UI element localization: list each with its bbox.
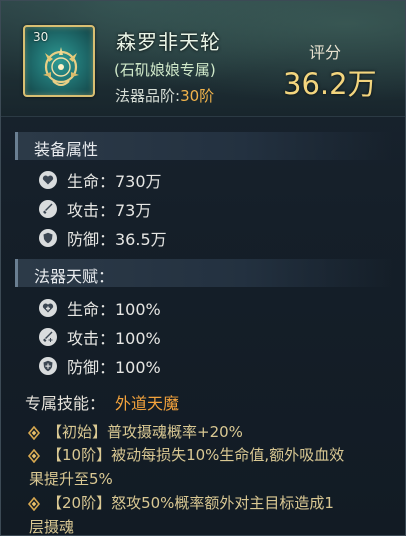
item-name: 森罗非天轮 (116, 30, 221, 54)
talent-hp-text: 生命：100% (67, 300, 161, 319)
item-tooltip-panel: 30 森罗非天轮 (石矶娘娘专属) 法器品阶:30阶 评分 36.2万 装备属性 (0, 0, 406, 536)
heart-icon (39, 171, 57, 189)
stat-def-text: 防御：36.5万 (67, 230, 167, 249)
diamond-bullet-icon (27, 449, 41, 463)
sword-icon (39, 200, 57, 218)
sword-plus-icon (39, 328, 57, 346)
skill-name: 外道天魔 (115, 394, 180, 413)
grade-label: 法器品阶: (115, 87, 181, 105)
section-talent: 法器天赋： (15, 259, 393, 287)
grade-value: 30阶 (180, 87, 215, 105)
section-talent-title: 法器天赋： (34, 267, 115, 286)
sun-wheel-icon (43, 47, 79, 86)
diamond-bullet-icon (27, 426, 41, 440)
shield-plus-icon (39, 357, 57, 375)
section-equip-title: 装备属性 (34, 140, 99, 159)
skill-label: 专属技能： (25, 394, 106, 413)
item-grade: 法器品阶:30阶 (115, 85, 214, 106)
talent-def-text: 防御：100% (67, 358, 161, 377)
skill-header: 专属技能： 外道天魔 (25, 390, 179, 414)
skill-line-tier20-cont: 层摄魂 (29, 518, 75, 536)
shield-icon (39, 229, 57, 247)
skill-line-tier10: 【10阶】被动每损失10%生命值,额外吸血效 (47, 446, 345, 464)
heart-plus-icon (39, 299, 57, 317)
stat-atk-text: 攻击：73万 (67, 201, 152, 220)
item-owner: (石矶娘娘专属) (114, 61, 216, 79)
talent-atk-text: 攻击：100% (67, 329, 161, 348)
item-header: 30 森罗非天轮 (石矶娘娘专属) 法器品阶:30阶 评分 36.2万 (1, 1, 405, 117)
skill-line-tier10-cont: 果提升至5% (29, 470, 113, 488)
stat-hp-text: 生命：730万 (67, 172, 162, 191)
score-label: 评分 (309, 43, 342, 62)
section-equip-attrs: 装备属性 (15, 132, 393, 160)
skill-line-initial: 【初始】普攻摄魂概率+20% (47, 423, 243, 441)
skill-line-tier20: 【20阶】怒攻50%概率额外对主目标造成1 (47, 494, 334, 512)
item-icon-frame[interactable]: 30 (23, 25, 95, 97)
score-value: 36.2万 (283, 67, 377, 101)
diamond-bullet-icon (27, 497, 41, 511)
